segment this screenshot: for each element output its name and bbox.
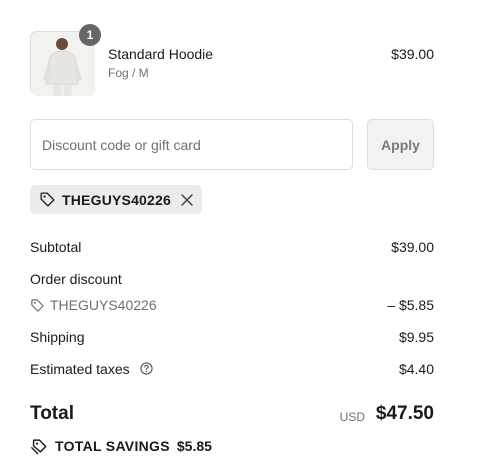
product-variant: Fog / M — [108, 66, 149, 80]
discount-code-input[interactable] — [30, 119, 353, 170]
total-value: $47.50 — [375, 403, 434, 424]
tags-icon — [31, 439, 47, 455]
applied-discount-code: THEGUYS40226 — [62, 191, 172, 208]
order-discount-code: THEGUYS40226 — [50, 297, 157, 313]
order-discount-label: Order discount — [30, 271, 122, 287]
taxes-label: Estimated taxes — [30, 361, 130, 377]
total-savings-value: $5.85 — [176, 438, 212, 454]
product-price: $39.00 — [391, 46, 434, 62]
taxes-value: $4.40 — [398, 361, 434, 377]
total-savings: TOTAL SAVINGS $5.85 — [30, 437, 212, 455]
order-summary: 1 Standard Hoodie Fog / M $39.00 Apply T… — [0, 0, 502, 476]
applied-discount-chip: THEGUYS40226 — [30, 185, 202, 214]
shipping-value: $9.95 — [398, 329, 434, 345]
subtotal-label: Subtotal — [30, 239, 82, 255]
total-label: Total — [30, 403, 74, 424]
shipping-label: Shipping — [30, 329, 85, 345]
tag-icon — [31, 298, 44, 312]
tag-icon — [40, 192, 55, 207]
product-name: Standard Hoodie — [108, 46, 214, 62]
total-savings-label: TOTAL SAVINGS — [55, 438, 170, 454]
total-currency: USD — [339, 410, 365, 424]
close-icon[interactable] — [180, 193, 194, 207]
subtotal-value: $39.00 — [391, 239, 434, 255]
order-discount-value: – $5.85 — [387, 297, 434, 313]
help-icon[interactable] — [140, 362, 153, 375]
apply-button[interactable]: Apply — [367, 119, 434, 170]
quantity-badge: 1 — [79, 24, 101, 46]
order-discount-code-line: THEGUYS40226 — [30, 297, 157, 313]
